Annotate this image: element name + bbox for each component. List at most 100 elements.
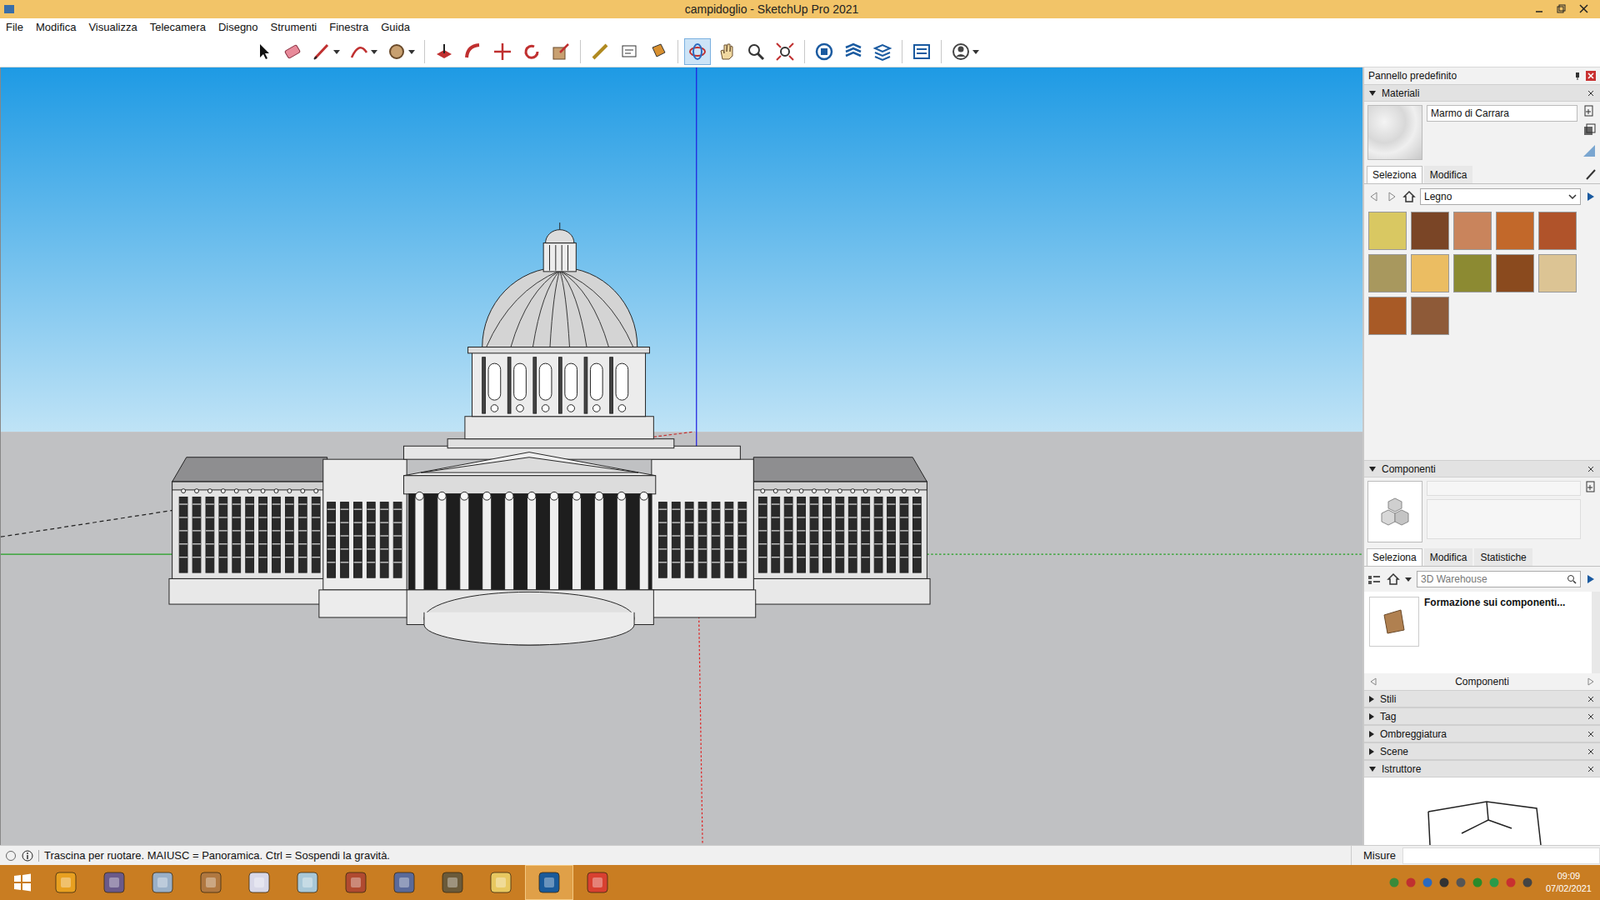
materials-header[interactable]: Materiali: [1364, 84, 1600, 102]
warehouse-search[interactable]: 3D Warehouse: [1416, 570, 1581, 588]
scrollbar[interactable]: [1591, 591, 1600, 674]
taskbar-app[interactable]: [41, 865, 90, 900]
tool-button[interactable]: [713, 38, 740, 65]
material-swatch[interactable]: [1453, 254, 1492, 293]
taskbar-app[interactable]: [331, 865, 380, 900]
tray-section-header[interactable]: Tag: [1364, 707, 1600, 725]
taskbar-app[interactable]: [3, 865, 42, 900]
tray-icon[interactable]: [1520, 875, 1535, 890]
dropdown-arrow-icon[interactable]: [370, 40, 379, 63]
tray-section-header[interactable]: Ombreggiatura: [1364, 725, 1600, 743]
material-swatch[interactable]: [1368, 296, 1407, 335]
material-swatch[interactable]: [1410, 254, 1450, 293]
tray-icon[interactable]: [1504, 875, 1518, 890]
model-viewport[interactable]: [0, 67, 1363, 845]
close-icon[interactable]: [1571, 1, 1597, 17]
component-item[interactable]: Formazione sui componenti...: [1364, 591, 1592, 674]
measurements-box[interactable]: Misure: [1350, 845, 1600, 865]
capitol-building[interactable]: [169, 222, 930, 645]
dropdown-arrow-icon[interactable]: [971, 40, 980, 63]
tool-button[interactable]: [308, 38, 344, 65]
tool-button[interactable]: [869, 38, 896, 65]
taskbar-app[interactable]: [525, 865, 574, 900]
library-select[interactable]: Legno: [1420, 188, 1581, 205]
home-icon[interactable]: [1386, 572, 1400, 586]
tab[interactable]: Seleziona: [1366, 165, 1423, 184]
create-component-icon[interactable]: [1585, 480, 1597, 493]
material-name-field[interactable]: Marmo di Carrara: [1426, 105, 1578, 122]
details-icon[interactable]: [1585, 190, 1597, 203]
tool-button[interactable]: [430, 38, 458, 65]
taskbar-app[interactable]: [476, 865, 525, 900]
menu-item[interactable]: Finestra: [329, 20, 369, 34]
tray-section-header[interactable]: Scene: [1364, 742, 1600, 760]
clock[interactable]: 09:0907/02/2021: [1545, 870, 1592, 895]
close-section-icon[interactable]: [1586, 765, 1595, 774]
search-icon[interactable]: [1566, 574, 1577, 585]
details-icon[interactable]: [1585, 573, 1597, 585]
back-icon[interactable]: [1367, 190, 1381, 204]
tool-button[interactable]: [840, 38, 867, 65]
tool-button[interactable]: [771, 38, 799, 65]
forward-icon[interactable]: [1585, 676, 1596, 687]
home-icon[interactable]: [1402, 190, 1416, 204]
menu-item[interactable]: Visualizza: [88, 20, 137, 34]
menu-item[interactable]: Modifica: [35, 20, 76, 34]
measurements-field[interactable]: [1402, 847, 1600, 865]
tray-icon[interactable]: [1487, 875, 1501, 890]
close-section-icon[interactable]: [1586, 730, 1595, 739]
pin-icon[interactable]: [1573, 71, 1582, 80]
tool-button[interactable]: [518, 38, 545, 65]
restore-icon[interactable]: [1550, 1, 1572, 17]
model-scene[interactable]: [0, 67, 1363, 845]
close-section-icon[interactable]: [1586, 747, 1595, 756]
dropdown-arrow-icon[interactable]: [407, 40, 416, 63]
tool-button[interactable]: [586, 38, 614, 65]
taskbar-app[interactable]: [283, 865, 332, 900]
tool-button[interactable]: [947, 38, 983, 65]
tray-icon[interactable]: [1470, 875, 1485, 890]
material-swatch[interactable]: [1453, 211, 1492, 250]
menu-item[interactable]: Telecamera: [150, 20, 206, 34]
taskbar-app[interactable]: [186, 865, 235, 900]
material-swatch[interactable]: [1410, 211, 1450, 250]
tray-icon[interactable]: [1454, 875, 1468, 890]
material-swatch[interactable]: [1368, 211, 1407, 250]
tool-button[interactable]: [684, 38, 711, 65]
tool-button[interactable]: [279, 38, 306, 65]
material-swatch[interactable]: [1538, 211, 1577, 250]
taskbar-app[interactable]: [235, 865, 284, 900]
menu-item[interactable]: File: [5, 20, 24, 34]
taskbar-app[interactable]: [138, 865, 187, 900]
component-description-field[interactable]: [1426, 499, 1581, 540]
menu-item[interactable]: Guida: [380, 20, 410, 34]
component-name-field[interactable]: [1426, 480, 1581, 496]
close-section-icon[interactable]: [1586, 695, 1595, 704]
tool-button[interactable]: [250, 38, 277, 65]
tab[interactable]: Seleziona: [1366, 548, 1423, 566]
menu-item[interactable]: Strumenti: [270, 20, 318, 34]
close-section-icon[interactable]: [1586, 465, 1595, 474]
info-icon[interactable]: [21, 850, 34, 862]
material-swatch[interactable]: [1410, 296, 1450, 335]
close-tray-icon[interactable]: [1585, 70, 1596, 81]
dropdown-arrow-icon[interactable]: [1404, 575, 1413, 584]
close-section-icon[interactable]: [1586, 712, 1595, 721]
tray-section-header[interactable]: Istruttore: [1364, 760, 1600, 778]
taskbar-app[interactable]: [380, 865, 429, 900]
material-swatch[interactable]: [1495, 254, 1535, 293]
tool-button[interactable]: [615, 38, 643, 65]
tool-button[interactable]: [810, 38, 838, 65]
tray-icon[interactable]: [1437, 875, 1451, 890]
components-header[interactable]: Componenti: [1364, 460, 1600, 478]
tool-button[interactable]: [547, 38, 575, 65]
tab[interactable]: Statistiche: [1474, 548, 1532, 566]
tray-icon[interactable]: [1420, 875, 1435, 890]
close-section-icon[interactable]: [1586, 89, 1595, 98]
material-swatch[interactable]: [1495, 211, 1535, 250]
tool-button[interactable]: [460, 38, 487, 65]
geolocation-icon[interactable]: [5, 850, 17, 862]
minimize-icon[interactable]: [1528, 1, 1550, 17]
tool-button[interactable]: [345, 38, 381, 65]
tool-button[interactable]: [645, 38, 672, 65]
